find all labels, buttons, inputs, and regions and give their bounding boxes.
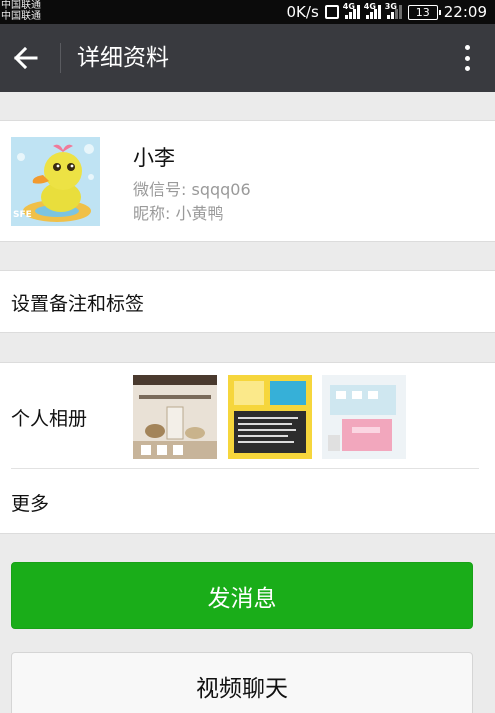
- signal-icon-2: 4G: [363, 2, 381, 19]
- contact-name: 小李: [133, 146, 175, 170]
- title-divider: [60, 43, 61, 73]
- vibrate-icon: [324, 5, 339, 19]
- avatar[interactable]: SFE: [11, 137, 100, 226]
- network-type-2: 4G: [363, 2, 376, 11]
- carrier-1: 中国联通: [1, 0, 41, 11]
- album-section: 个人相册 更多: [0, 362, 495, 534]
- battery-level: 13: [415, 5, 430, 19]
- signal-icon-3: 3G: [384, 2, 402, 19]
- battery-icon: 13: [407, 4, 441, 20]
- album-thumbnail-2[interactable]: [228, 375, 312, 459]
- album-thumbnail-3[interactable]: [322, 375, 406, 459]
- more-label: 更多: [11, 493, 50, 515]
- carrier-2: 中国联通: [1, 11, 41, 22]
- title-bar: 详细资料: [0, 24, 495, 92]
- clock: 22:09: [443, 3, 487, 21]
- carrier-labels: 中国联通 中国联通: [1, 0, 41, 22]
- wechat-id: 微信号: sqqq06: [133, 180, 251, 199]
- status-icons: 0K/s 4G 4G 3G 13 22:09: [287, 0, 487, 24]
- svg-text:SFE: SFE: [13, 210, 32, 220]
- duck-avatar-icon: SFE: [11, 137, 100, 226]
- promo-poster-icon: [228, 375, 312, 459]
- back-button[interactable]: [10, 42, 42, 74]
- album-row[interactable]: 个人相册: [0, 363, 495, 468]
- more-vertical-icon: [464, 45, 470, 50]
- set-remark-label: 设置备注和标签: [11, 293, 145, 315]
- album-label: 个人相册: [11, 408, 88, 430]
- signal-icon-1: 4G: [342, 2, 360, 19]
- send-message-button[interactable]: 发消息: [11, 562, 473, 629]
- product-photo-icon: [133, 375, 217, 459]
- profile-card[interactable]: SFE 小李 微信号: sqqq06 昵称: 小黄鸭: [0, 120, 495, 242]
- page-title: 详细资料: [77, 45, 169, 71]
- status-bar: 中国联通 中国联通 0K/s 4G 4G 3G 13 22:09: [0, 0, 495, 24]
- more-row[interactable]: 更多: [0, 469, 495, 534]
- network-type-1: 4G: [342, 2, 355, 11]
- more-options-button[interactable]: [461, 42, 473, 74]
- set-remark-row[interactable]: 设置备注和标签: [0, 270, 495, 333]
- video-call-button[interactable]: 视频聊天: [11, 652, 473, 713]
- album-thumbnail-1[interactable]: [133, 375, 217, 459]
- product-photo-icon: [322, 375, 406, 459]
- back-arrow-icon: [13, 46, 38, 70]
- network-type-3: 3G: [384, 2, 397, 11]
- network-speed: 0K/s: [286, 3, 319, 21]
- nickname: 昵称: 小黄鸭: [133, 204, 224, 223]
